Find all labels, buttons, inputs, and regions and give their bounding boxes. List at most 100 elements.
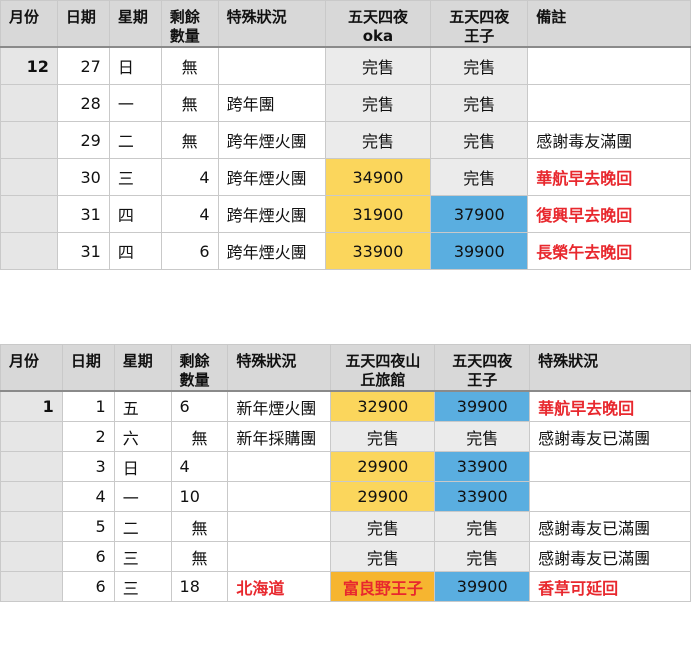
weekday-cell: 二 <box>113 511 172 542</box>
note-cell: 感謝毒友已滿團 <box>529 511 691 542</box>
price-cell-package-1: 31900 <box>324 195 432 233</box>
price-cell-package-1: 完售 <box>330 541 436 572</box>
price-cell-package-2: 37900 <box>430 195 529 233</box>
column-header: 五天四夜 王子 <box>434 344 531 392</box>
month-cell <box>0 451 63 482</box>
remaining-cell: 6 <box>160 232 219 270</box>
price-cell-package-1: 完售 <box>330 421 436 452</box>
column-header: 星期 <box>108 0 162 48</box>
column-header: 五天四夜 oka <box>324 0 432 48</box>
table-row: 29 二無跨年煙火團 完售 完售 感謝毒友滿團 <box>0 121 691 159</box>
price-cell-package-2: 完售 <box>434 421 531 452</box>
table-header-row: 月份 日期 星期 剩餘 數量 特殊狀況 五天四夜 oka 五天四夜 王子 備註 <box>0 0 691 48</box>
table-row: 1 1 五 6 新年煙火團 32900 39900 華航早去晚回 <box>0 390 691 422</box>
remaining-cell: 4 <box>160 195 219 233</box>
month-cell <box>0 541 63 572</box>
price-cell-package-2: 完售 <box>430 46 529 85</box>
price-cell-package-2: 完售 <box>430 158 529 196</box>
price-cell-package-1: 33900 <box>324 232 432 270</box>
date-cell: 1 <box>61 390 115 422</box>
special-status-cell <box>227 511 332 542</box>
column-header: 日期 <box>61 344 115 392</box>
weekday-cell: 三 <box>108 158 162 196</box>
special-status-cell: 跨年團 <box>217 84 326 122</box>
remaining-cell: 無 <box>160 121 219 159</box>
table-row: 5 二無完售 完售 感謝毒友已滿團 <box>0 511 691 542</box>
table-row: 2 六無新年採購團 完售 完售 感謝毒友已滿團 <box>0 421 691 452</box>
weekday-cell: 四 <box>108 195 162 233</box>
date-cell: 6 <box>61 541 115 572</box>
month-cell <box>0 158 58 196</box>
special-status-cell: 跨年煙火團 <box>217 158 326 196</box>
table-row: 30 三 4 跨年煙火團 34900 完售 華航早去晚回 <box>0 158 691 196</box>
remaining-cell: 無 <box>170 421 229 452</box>
price-cell-package-1: 完售 <box>324 121 432 159</box>
special-status-cell: 跨年煙火團 <box>217 232 326 270</box>
table-row: 3 日 4 29900 33900 <box>0 451 691 482</box>
date-cell: 4 <box>61 481 115 512</box>
weekday-cell: 日 <box>108 46 162 85</box>
month-cell <box>0 195 58 233</box>
month-cell <box>0 421 63 452</box>
special-status-cell: 跨年煙火團 <box>217 195 326 233</box>
special-status-cell <box>227 451 332 482</box>
weekday-cell: 三 <box>113 541 172 572</box>
date-cell: 29 <box>56 121 110 159</box>
price-cell-package-2: 完售 <box>434 541 531 572</box>
price-cell-package-1: 完售 <box>330 511 436 542</box>
note-cell <box>529 481 691 512</box>
remaining-cell: 18 <box>170 571 229 602</box>
weekday-cell: 二 <box>108 121 162 159</box>
price-cell-package-1: 完售 <box>324 46 432 85</box>
price-cell-package-1: 29900 <box>330 481 436 512</box>
weekday-cell: 五 <box>113 390 172 422</box>
price-cell-package-2: 33900 <box>434 481 531 512</box>
weekday-cell: 一 <box>108 84 162 122</box>
table-row: 12 27 日無 完售 完售 <box>0 46 691 85</box>
remaining-cell: 4 <box>160 158 219 196</box>
column-header: 剩餘 數量 <box>170 344 229 392</box>
price-cell-package-2: 39900 <box>430 232 529 270</box>
column-header: 月份 <box>0 0 58 48</box>
price-cell-package-1: 富良野王子 <box>330 571 436 602</box>
note-cell <box>529 451 691 482</box>
column-header: 星期 <box>113 344 172 392</box>
price-cell-package-1: 29900 <box>330 451 436 482</box>
table-row: 4 一 10 29900 33900 <box>0 481 691 512</box>
note-cell <box>527 46 691 85</box>
note-cell <box>527 84 691 122</box>
table-row: 31 四 4 跨年煙火團 31900 37900 復興早去晚回 <box>0 195 691 233</box>
tour-table-december: 月份 日期 星期 剩餘 數量 特殊狀況 五天四夜 oka 五天四夜 王子 備註 12 27 日無完售 完售… <box>0 0 691 270</box>
weekday-cell: 六 <box>113 421 172 452</box>
weekday-cell: 三 <box>113 571 172 602</box>
date-cell: 2 <box>61 421 115 452</box>
special-status-cell <box>217 46 326 85</box>
date-cell: 3 <box>61 451 115 482</box>
remaining-cell: 無 <box>160 46 219 85</box>
date-cell: 5 <box>61 511 115 542</box>
column-header: 特殊狀況 <box>529 344 691 392</box>
table-row: 31 四 6 跨年煙火團 33900 39900 長榮午去晚回 <box>0 232 691 270</box>
weekday-cell: 四 <box>108 232 162 270</box>
column-header: 五天四夜山 丘旅館 <box>330 344 436 392</box>
table-row: 6 三 18 北海道 富良野王子 39900 香草可延回 <box>0 571 691 602</box>
column-header: 月份 <box>0 344 63 392</box>
price-cell-package-1: 32900 <box>330 390 436 422</box>
price-cell-package-1: 34900 <box>324 158 432 196</box>
date-cell: 27 <box>56 46 110 85</box>
remaining-cell: 無 <box>160 84 219 122</box>
note-cell: 復興早去晚回 <box>527 195 691 233</box>
table-row: 28 一無跨年團 完售 完售 <box>0 84 691 122</box>
month-cell <box>0 481 63 512</box>
tour-table-january: 月份 日期 星期 剩餘 數量 特殊狀況 五天四夜山 丘旅館 五天四夜 王子 特殊狀況 1 1 五 6 新年煙… <box>0 344 691 602</box>
date-cell: 28 <box>56 84 110 122</box>
price-cell-package-2: 完售 <box>430 121 529 159</box>
note-cell: 感謝毒友已滿團 <box>529 541 691 572</box>
month-cell <box>0 511 63 542</box>
price-cell-package-2: 完售 <box>434 511 531 542</box>
column-header: 日期 <box>56 0 110 48</box>
column-header: 剩餘 數量 <box>160 0 219 48</box>
price-cell-package-2: 39900 <box>434 571 531 602</box>
table-header-row: 月份 日期 星期 剩餘 數量 特殊狀況 五天四夜山 丘旅館 五天四夜 王子 特殊狀況 <box>0 344 691 392</box>
price-cell-package-2: 39900 <box>434 390 531 422</box>
